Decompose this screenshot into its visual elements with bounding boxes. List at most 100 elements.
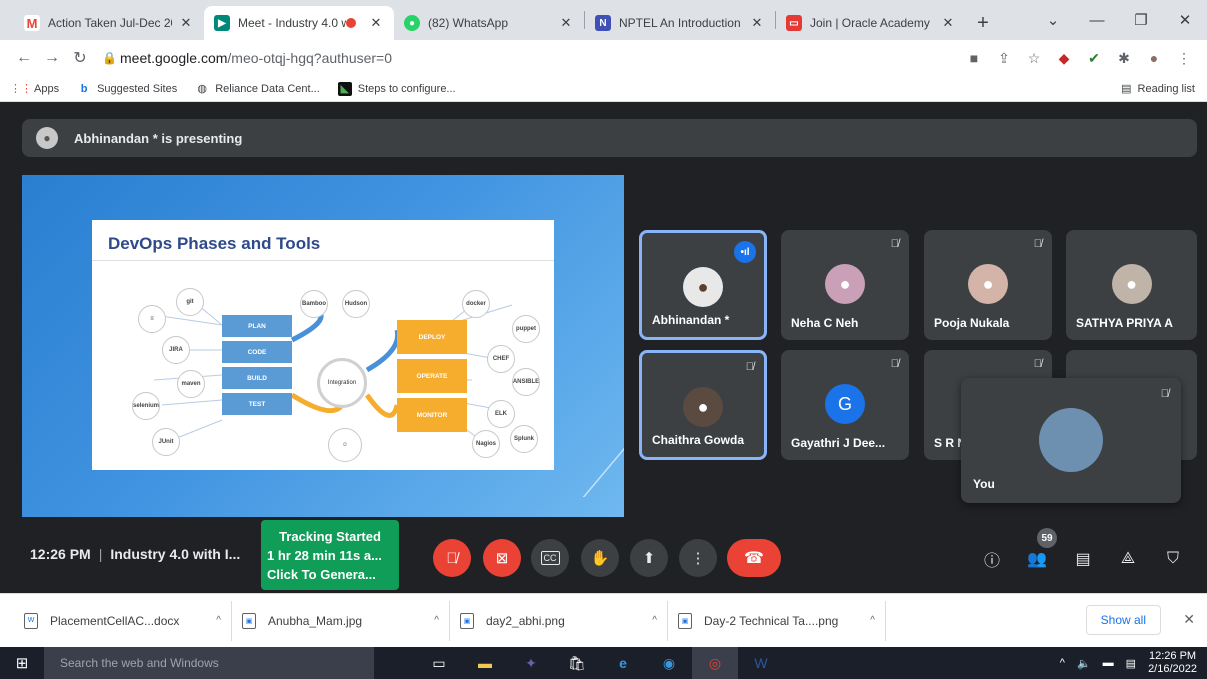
tracking-duration: 1 hr 28 min 11s a... [267, 547, 382, 563]
tab-gmail[interactable]: M Action Taken Jul-Dec 202 ✕ [14, 6, 204, 40]
word-icon[interactable]: W [738, 647, 784, 679]
new-tab-button[interactable]: + [966, 6, 1000, 40]
tool-jenkins: ☺ [328, 428, 362, 462]
tab-title: NPTEL An Introduction To [619, 16, 743, 30]
bookmark-label: Reliance Data Cent... [215, 82, 320, 95]
bookmark-suggested-sites[interactable]: b Suggested Sites [77, 82, 178, 96]
participant-name: SATHYA PRIYA A [1076, 316, 1173, 330]
close-icon[interactable]: ✕ [940, 15, 956, 31]
tab-nptel[interactable]: N NPTEL An Introduction To ✕ [585, 6, 775, 40]
self-view[interactable]: 🎙̸ You [961, 378, 1181, 503]
taskbar-search[interactable]: Search the web and Windows [44, 647, 374, 679]
chevron-up-icon[interactable]: ^ [216, 615, 221, 626]
edge-icon[interactable]: e [600, 647, 646, 679]
host-controls-icon[interactable]: ⛉ [1160, 546, 1186, 572]
teams-icon[interactable]: ✦ [508, 647, 554, 679]
minimize-icon[interactable]: — [1075, 12, 1119, 29]
participant-tile[interactable]: ● SATHYA PRIYA A [1066, 230, 1197, 340]
leave-call-button[interactable]: ☎ [727, 539, 781, 577]
participant-tile[interactable]: 🎙̸ ● Chaithra Gowda [639, 350, 767, 460]
present-button[interactable]: ⬆ [630, 539, 668, 577]
volume-icon[interactable]: 🔈 [1077, 657, 1091, 670]
chrome-icon[interactable]: ◎ [692, 647, 738, 679]
close-icon[interactable]: ✕ [558, 15, 574, 31]
participant-tile[interactable]: 🎙̸ G Gayathri J Dee... [781, 350, 909, 460]
bookmark-steps[interactable]: ◣ Steps to configure... [337, 81, 456, 96]
address-bar[interactable]: 🔒 meet.google.com /meo-otqj-hgq?authuser… [102, 44, 949, 72]
slide: DevOps Phases and Tools PLAN CODE BUILD … [92, 220, 554, 470]
avatar: ● [683, 387, 723, 427]
reload-icon[interactable]: ↻ [66, 48, 94, 68]
activities-icon[interactable]: ⟁ [1115, 546, 1141, 572]
phase-monitor: MONITOR [397, 398, 467, 432]
tool-nagios: Nagios [472, 430, 500, 458]
download-item[interactable]: W PlacementCellAC...docx ^ [14, 600, 232, 641]
task-view-icon[interactable]: ▭ [416, 647, 462, 679]
lock-icon[interactable]: 🔒 [102, 51, 120, 65]
tool-junit: JUnit [152, 428, 180, 456]
participant-tile[interactable]: •ıl ● Abhinandan * [639, 230, 767, 340]
menu-icon[interactable]: ⋮ [1171, 48, 1197, 68]
nptel-icon: N [595, 15, 611, 31]
tab-whatsapp[interactable]: ● (82) WhatsApp ✕ [394, 6, 584, 40]
captions-button[interactable]: CC [531, 539, 569, 577]
close-window-icon[interactable]: ✕ [1163, 11, 1207, 29]
star-icon[interactable]: ☆ [1021, 48, 1047, 68]
download-item[interactable]: ▣ day2_abhi.png ^ [450, 600, 668, 641]
camera-toggle-button[interactable]: ⊠ [483, 539, 521, 577]
back-icon[interactable]: ← [10, 49, 38, 67]
image-file-icon: ▣ [460, 612, 474, 629]
profile-avatar-icon[interactable]: ● [1141, 48, 1167, 68]
chevron-up-icon[interactable]: ^ [652, 615, 657, 626]
forward-icon[interactable]: → [38, 49, 66, 67]
network-icon[interactable]: ▬ [1103, 657, 1114, 669]
more-options-button[interactable]: ⋮ [679, 539, 717, 577]
participant-tile[interactable]: 🎙̸ ● Neha C Neh [781, 230, 909, 340]
extension-red-icon[interactable]: ◆ [1051, 48, 1077, 68]
chevron-up-icon[interactable]: ^ [870, 615, 875, 626]
close-icon[interactable]: ✕ [749, 15, 765, 31]
participant-name: Neha C Neh [791, 316, 859, 330]
file-explorer-icon[interactable]: ▬ [462, 647, 508, 679]
raise-hand-button[interactable]: ✋ [581, 539, 619, 577]
meeting-details-icon[interactable]: ⓘ [979, 546, 1005, 572]
tool-puppet: puppet [512, 315, 540, 343]
show-all-button[interactable]: Show all [1085, 605, 1161, 635]
store-icon[interactable]: 🛍 [554, 647, 600, 679]
teamviewer-icon[interactable]: ◉ [646, 647, 692, 679]
tab-oracle[interactable]: ▭ Join | Oracle Academy ✕ [776, 6, 966, 40]
tab-meet[interactable]: ▶ Meet - Industry 4.0 w ✕ [204, 6, 394, 40]
download-name: day2_abhi.png [486, 613, 565, 628]
tracking-popup[interactable]: Tracking Started 1 hr 28 min 11s a... Cl… [261, 520, 399, 590]
download-item[interactable]: ▣ Anubha_Mam.jpg ^ [232, 600, 450, 641]
chevron-up-icon[interactable]: ^ [1060, 657, 1065, 669]
participant-count-badge: 59 [1037, 528, 1057, 548]
chat-icon[interactable]: ▤ [1070, 546, 1096, 572]
notifications-icon[interactable]: ▤ [1126, 657, 1136, 670]
windows-start-icon[interactable]: ⊞ [0, 654, 44, 672]
bookmark-reliance[interactable]: ◍ Reliance Data Cent... [195, 82, 320, 96]
tab-search-icon[interactable]: ⌄ [1031, 11, 1075, 29]
reading-list[interactable]: ▤ Reading list [1121, 82, 1195, 96]
people-icon[interactable]: 👥 [1024, 546, 1050, 572]
close-icon[interactable]: ✕ [368, 15, 384, 31]
avatar-letter: G [825, 384, 865, 424]
extensions-puzzle-icon[interactable]: ✱ [1111, 48, 1137, 68]
participant-tile[interactable]: 🎙̸ ● Pooja Nukala [924, 230, 1052, 340]
share-icon[interactable]: ⇪ [991, 48, 1017, 68]
close-icon[interactable]: ✕ [1183, 611, 1195, 628]
tool-bamboo: Bamboo [300, 290, 328, 318]
meeting-title[interactable]: Industry 4.0 with I... [110, 546, 240, 562]
system-clock[interactable]: 12:26 PM 2/16/2022 [1148, 650, 1197, 676]
extension-green-icon[interactable]: ✔ [1081, 48, 1107, 68]
chevron-up-icon[interactable]: ^ [434, 615, 439, 626]
close-icon[interactable]: ✕ [178, 15, 194, 31]
mic-toggle-button[interactable]: 🎙̸ [433, 539, 471, 577]
restore-icon[interactable]: ❐ [1119, 11, 1163, 29]
url-host: meet.google.com [120, 50, 228, 66]
bookmark-apps[interactable]: ⋮⋮ Apps [10, 82, 59, 96]
download-item[interactable]: ▣ Day-2 Technical Ta....png ^ [668, 600, 886, 641]
tracking-status: Tracking Started [279, 528, 381, 544]
shared-screen[interactable]: DevOps Phases and Tools PLAN CODE BUILD … [22, 175, 624, 517]
camera-icon[interactable]: ■ [961, 48, 987, 68]
